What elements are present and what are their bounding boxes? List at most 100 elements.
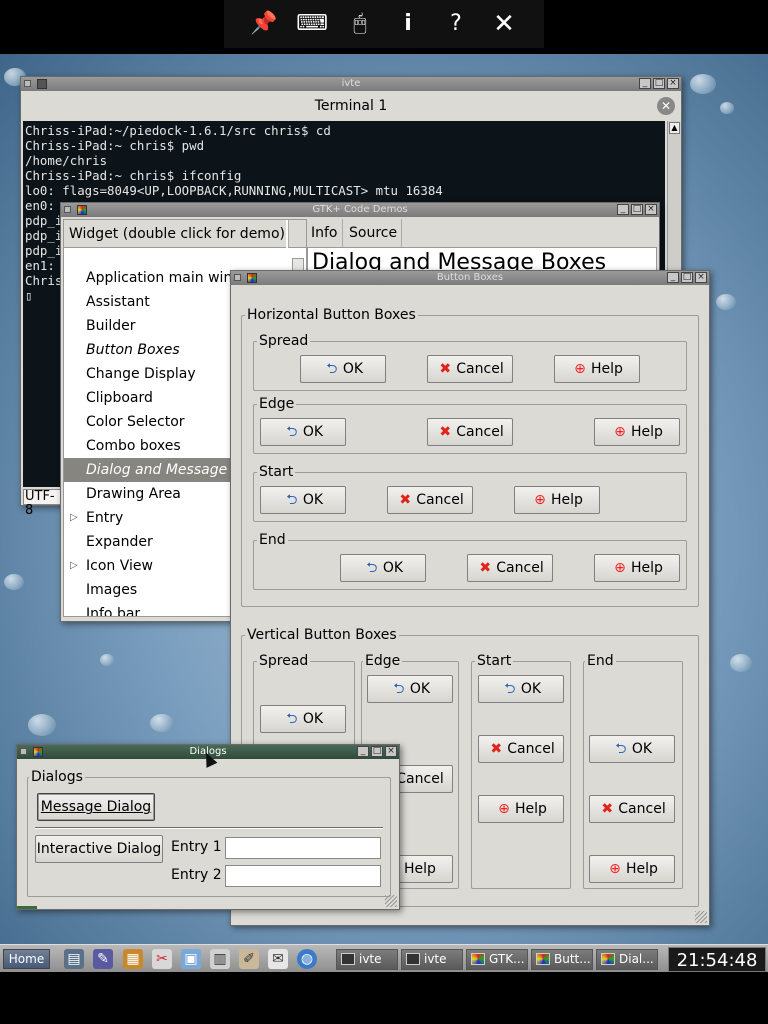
- mail-icon[interactable]: ✉: [268, 949, 288, 969]
- help-button[interactable]: ⊕ Help: [514, 486, 600, 514]
- task-label: Dial...: [619, 952, 654, 966]
- expander-arrow-icon[interactable]: ▷: [70, 506, 78, 530]
- cancel-label: Cancel: [507, 741, 555, 757]
- home-button[interactable]: Home: [3, 949, 50, 969]
- ok-button[interactable]: ⮌ OK: [260, 418, 346, 446]
- help-button[interactable]: ⊕ Help: [589, 855, 675, 883]
- widget-list-header[interactable]: Widget (double click for demo): [64, 220, 286, 248]
- tab-close-icon[interactable]: ✕: [657, 97, 675, 115]
- notes-icon[interactable]: ✐: [239, 949, 259, 969]
- maximize-icon[interactable]: □: [653, 78, 665, 89]
- h-start-label: Start: [257, 464, 296, 480]
- file-manager-icon[interactable]: ▤: [64, 949, 84, 969]
- help-label: Help: [515, 801, 547, 817]
- cancel-button[interactable]: ✖Cancel: [467, 554, 553, 582]
- maximize-icon[interactable]: □: [631, 204, 643, 215]
- minimize-icon[interactable]: _: [667, 272, 679, 283]
- calculator-icon[interactable]: ▥: [210, 949, 230, 969]
- button-boxes-window-title: Button Boxes: [436, 272, 504, 283]
- taskbar: Home ▤ ✎ ▦ ✂ ▣ ▥ ✐ ✉ ◍ ivte ivte GTK... …: [0, 944, 768, 972]
- task-ivte-2[interactable]: ivte: [401, 949, 463, 970]
- help-button[interactable]: ⊕ Help: [554, 355, 640, 383]
- terminal-titlebar[interactable]: ivte _ □ ×: [21, 77, 681, 91]
- archive-icon[interactable]: ▦: [123, 949, 143, 969]
- entry2-field[interactable]: [225, 865, 381, 887]
- ok-button[interactable]: ⮌ OK: [260, 705, 346, 733]
- gtk-app-icon: [247, 273, 257, 283]
- close-icon[interactable]: ×: [667, 78, 679, 89]
- task-dialogs[interactable]: Dial...: [596, 949, 658, 970]
- tab-source[interactable]: Source: [345, 219, 403, 247]
- terminal-line: lo0: flags=8049<UP,LOOPBACK,RUNNING,MULT…: [25, 183, 443, 198]
- scroll-up-icon[interactable]: ▲: [669, 122, 680, 134]
- minimize-icon[interactable]: _: [357, 746, 369, 757]
- terminal-window-title: ivte: [341, 78, 361, 89]
- entry1-label: Entry 1: [171, 839, 222, 855]
- cancel-label: Cancel: [396, 771, 444, 787]
- expander-arrow-icon[interactable]: ▷: [70, 554, 78, 578]
- maximize-icon[interactable]: □: [681, 272, 693, 283]
- close-icon[interactable]: ×: [385, 746, 397, 757]
- browser-icon[interactable]: ◍: [297, 949, 317, 969]
- demos-titlebar[interactable]: GTK+ Code Demos _ □ ×: [61, 203, 659, 217]
- terminal-line: Chriss-iPad:~ chris$ ifconfig: [25, 168, 242, 183]
- desktop-water-drop: [150, 714, 174, 732]
- cancel-button[interactable]: ✖Cancel: [387, 486, 473, 514]
- minimize-icon[interactable]: _: [639, 78, 651, 89]
- cancel-button[interactable]: ✖Cancel: [427, 355, 513, 383]
- dialogs-window: Dialogs _ □ × Dialogs Message Dialog Int…: [16, 744, 400, 910]
- cancel-x-icon: ✖: [601, 801, 614, 817]
- window-menu-icon[interactable]: [234, 274, 241, 281]
- ok-button[interactable]: ⮌ OK: [589, 735, 675, 763]
- tab-info[interactable]: Info: [307, 219, 343, 247]
- help-label: Help: [591, 361, 623, 377]
- resize-grip-icon[interactable]: [695, 911, 707, 923]
- lifebuoy-icon: ⊕: [609, 861, 621, 877]
- help-button[interactable]: ⊕ Help: [478, 795, 564, 823]
- ok-button[interactable]: ⮌ OK: [340, 554, 426, 582]
- window-menu-icon[interactable]: [20, 748, 27, 755]
- close-icon[interactable]: ✕: [486, 6, 522, 42]
- ok-button[interactable]: ⮌ OK: [260, 486, 346, 514]
- cancel-button[interactable]: ✖Cancel: [427, 418, 513, 446]
- pdf-icon[interactable]: ✂: [152, 949, 172, 969]
- cancel-button[interactable]: ✖Cancel: [589, 795, 675, 823]
- minimize-icon[interactable]: _: [617, 204, 629, 215]
- lifebuoy-icon: ⊕: [614, 424, 626, 440]
- task-ivte-1[interactable]: ivte: [336, 949, 398, 970]
- gtk-app-icon: [33, 747, 43, 757]
- task-gtk-demos[interactable]: GTK...: [466, 949, 528, 970]
- close-icon[interactable]: ×: [695, 272, 707, 283]
- ok-button[interactable]: ⮌ OK: [478, 675, 564, 703]
- resize-grip-icon[interactable]: [385, 895, 397, 907]
- lifebuoy-icon: ⊕: [614, 560, 626, 576]
- ok-button[interactable]: ⮌ OK: [367, 675, 453, 703]
- terminal-tab[interactable]: Terminal 1 ✕: [23, 93, 679, 119]
- widget-list-item-label: Builder: [86, 318, 136, 334]
- ok-button[interactable]: ⮌ OK: [300, 355, 386, 383]
- entry1-field[interactable]: [225, 837, 381, 859]
- cancel-button[interactable]: ✖Cancel: [478, 735, 564, 763]
- help-button[interactable]: ⊕ Help: [594, 418, 680, 446]
- help-label: Help: [631, 560, 663, 576]
- maximize-icon[interactable]: □: [371, 746, 383, 757]
- button-boxes-titlebar[interactable]: Button Boxes _ □ ×: [231, 271, 709, 285]
- image-viewer-icon[interactable]: ▣: [181, 949, 201, 969]
- editor-icon[interactable]: ✎: [93, 949, 113, 969]
- message-dialog-button[interactable]: Message Dialog: [37, 793, 155, 821]
- ok-arrow-icon: ⮌: [615, 741, 627, 757]
- cancel-label: Cancel: [618, 801, 666, 817]
- help-icon[interactable]: ?: [438, 6, 474, 42]
- demo-tabs: Info Source: [307, 219, 657, 247]
- help-button[interactable]: ⊕ Help: [594, 554, 680, 582]
- pin-icon[interactable]: 📌: [246, 6, 282, 42]
- mouse-icon[interactable]: 🖱: [342, 6, 378, 42]
- info-icon[interactable]: i: [390, 6, 426, 42]
- window-menu-icon[interactable]: [64, 206, 71, 213]
- window-menu-icon[interactable]: [24, 80, 31, 87]
- interactive-dialog-button[interactable]: Interactive Dialog: [35, 835, 163, 863]
- keyboard-icon[interactable]: ⌨: [294, 6, 330, 42]
- task-button-boxes[interactable]: Butt...: [531, 949, 593, 970]
- ok-arrow-icon: ⮌: [286, 424, 298, 440]
- close-icon[interactable]: ×: [645, 204, 657, 215]
